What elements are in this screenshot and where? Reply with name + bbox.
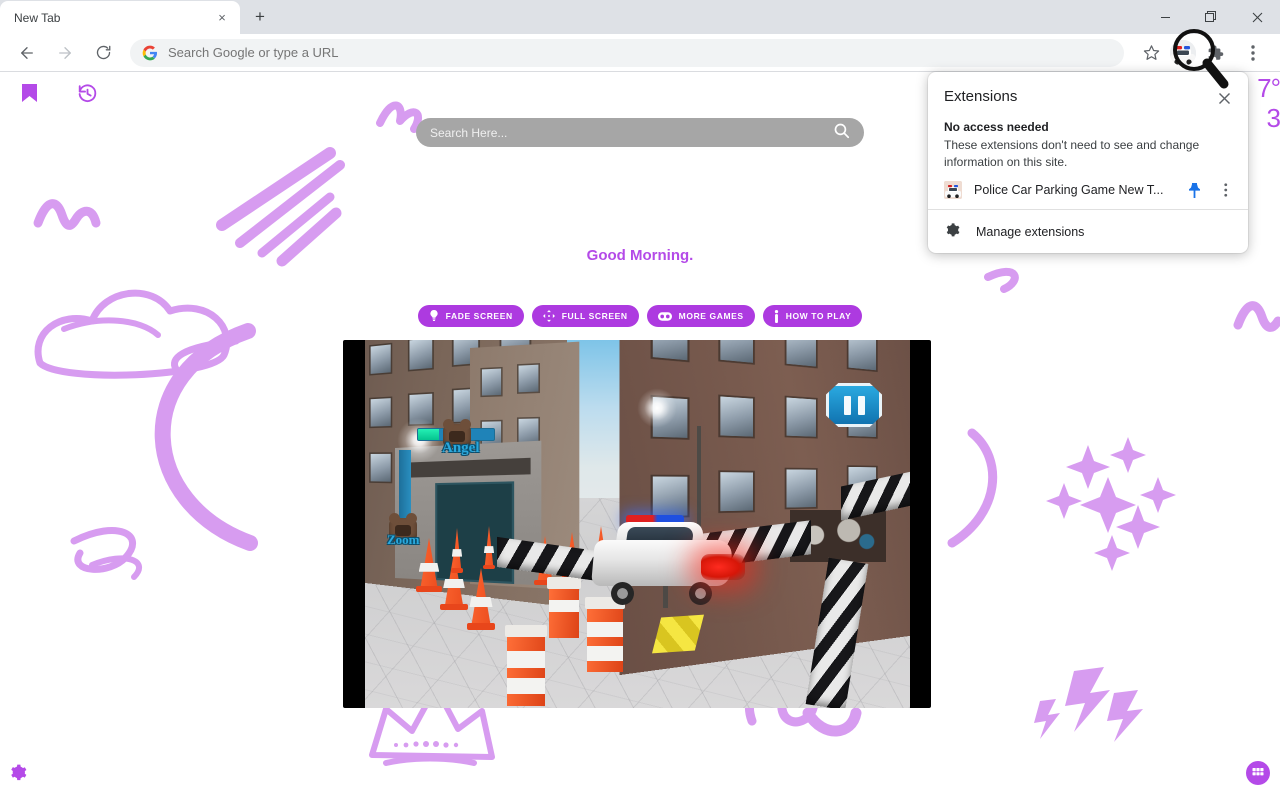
tab-new-tab[interactable]: New Tab × [0, 1, 240, 34]
pause-bar-left [844, 396, 851, 415]
game-canvas[interactable]: Angel Zoom [343, 340, 931, 708]
pause-bar-right [858, 396, 865, 415]
browser-window: New Tab × + Search Google or type a URL … [0, 0, 1280, 800]
bulb-icon [429, 310, 439, 322]
tab-title: New Tab [14, 11, 214, 25]
google-g-icon [142, 45, 158, 61]
expand-arrows-icon [543, 310, 555, 322]
lamp-pole [697, 426, 701, 536]
omnibox[interactable] [130, 39, 1124, 67]
address-bar-input[interactable] [168, 45, 1112, 60]
section-description: These extensions don't need to see and c… [944, 137, 1232, 171]
road-pillar [587, 604, 623, 672]
chrome-menu-icon[interactable] [1239, 39, 1267, 67]
weather-temp-top: 7° [1257, 73, 1280, 103]
settings-gear-button[interactable] [8, 763, 27, 787]
weather-widget: 7° 3 [1257, 73, 1280, 133]
manage-extensions-label: Manage extensions [976, 225, 1084, 239]
car-brake-light [701, 554, 745, 580]
road-pillar [507, 632, 545, 706]
tab-close-icon[interactable]: × [214, 10, 230, 26]
extension-toolbar-icon-police-car[interactable] [1170, 40, 1196, 66]
window-controls [1142, 0, 1280, 34]
extensions-popup: Extensions No access needed These extens… [928, 72, 1248, 253]
browser-toolbar [0, 34, 1280, 72]
police-car [593, 526, 743, 600]
search-icon[interactable] [833, 122, 850, 144]
forward-icon[interactable] [51, 39, 79, 67]
full-screen-button[interactable]: FULL SCREEN [532, 305, 639, 327]
extensions-popup-header: Extensions [928, 72, 1248, 108]
how-to-play-label: HOW TO PLAY [786, 311, 852, 321]
section-heading: No access needed [944, 120, 1232, 134]
fade-screen-button[interactable]: FADE SCREEN [418, 305, 524, 327]
extension-more-options-icon[interactable] [1216, 183, 1236, 197]
info-icon [774, 310, 779, 323]
ntp-search-input[interactable] [430, 126, 833, 140]
extensions-no-access-section: No access needed These extensions don't … [928, 108, 1248, 175]
more-games-label: MORE GAMES [679, 311, 744, 321]
ntp-top-left-icons [14, 78, 102, 108]
car-wheel [611, 582, 634, 605]
second-player-label: Zoom [387, 532, 420, 548]
more-games-button[interactable]: MORE GAMES [647, 305, 755, 327]
ntp-search-box[interactable] [416, 118, 864, 147]
how-to-play-button[interactable]: HOW TO PLAY [763, 305, 863, 327]
extensions-popup-title: Extensions [944, 88, 1017, 105]
reload-icon[interactable] [89, 39, 117, 67]
tab-strip: New Tab × + [0, 0, 1280, 34]
full-screen-label: FULL SCREEN [562, 311, 628, 321]
gamepad-icon [658, 312, 672, 321]
extension-list-item[interactable]: Police Car Parking Game New T... [928, 175, 1248, 209]
pin-icon[interactable] [1184, 183, 1204, 198]
maximize-icon[interactable] [1188, 0, 1234, 34]
traffic-cone [449, 528, 465, 572]
fade-screen-label: FADE SCREEN [446, 311, 513, 321]
bookmark-icon[interactable] [14, 78, 44, 108]
gear-icon [944, 222, 960, 241]
road-pillar [549, 584, 579, 638]
extension-name: Police Car Parking Game New T... [974, 183, 1172, 197]
bookmark-star-icon[interactable] [1137, 39, 1165, 67]
traffic-cone [463, 568, 499, 628]
weather-temp-bottom: 3 [1257, 103, 1280, 133]
street-lamp-glow-mid [637, 388, 677, 428]
close-icon[interactable] [1234, 0, 1280, 34]
extensions-puzzle-icon[interactable] [1201, 39, 1229, 67]
manage-extensions-item[interactable]: Manage extensions [928, 210, 1248, 253]
history-icon[interactable] [72, 78, 102, 108]
back-icon[interactable] [13, 39, 41, 67]
game-control-buttons: FADE SCREEN FULL SCREEN MORE GAMES HOW T… [0, 305, 1280, 327]
minimize-icon[interactable] [1142, 0, 1188, 34]
traffic-cone [481, 526, 497, 568]
game-pause-button[interactable] [826, 383, 882, 427]
extension-icon-police-car [944, 181, 962, 199]
apps-grid-button[interactable] [1246, 761, 1270, 790]
new-tab-button[interactable]: + [246, 3, 274, 31]
player-name-label: Angel [442, 440, 480, 457]
game-scene: Angel Zoom [365, 340, 910, 708]
close-icon[interactable] [1214, 88, 1234, 108]
car-wheel [689, 582, 712, 605]
